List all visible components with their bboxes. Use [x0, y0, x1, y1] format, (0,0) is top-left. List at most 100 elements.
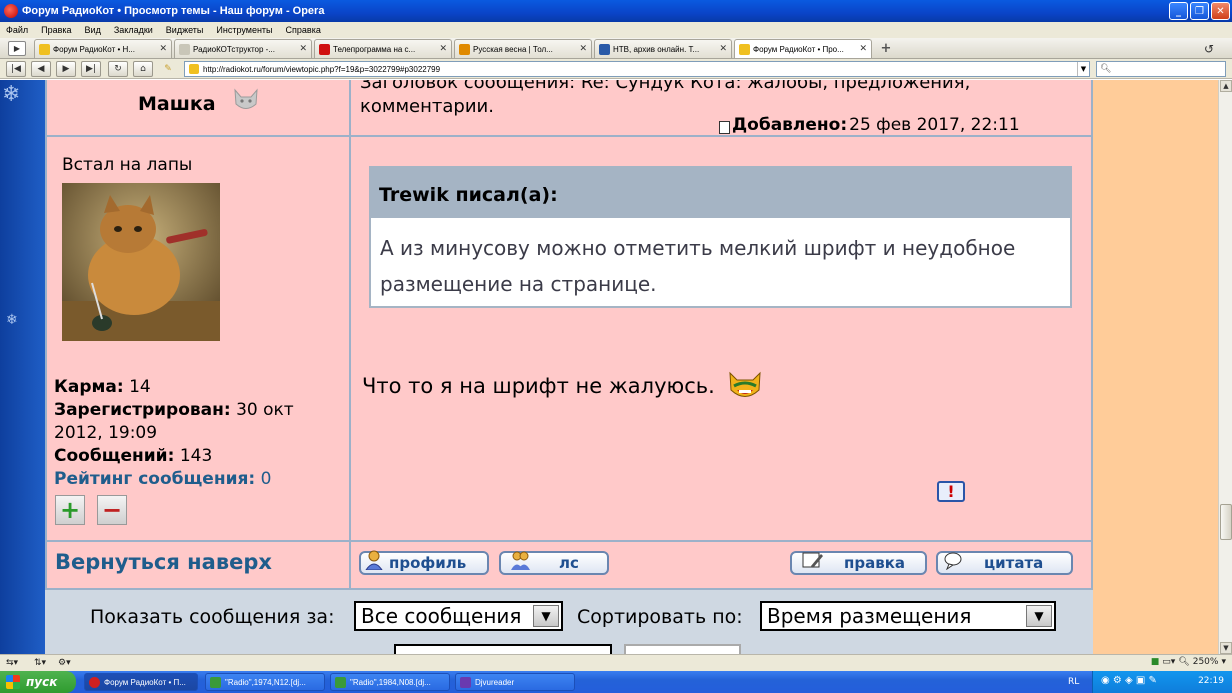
- taskbar-item-radio-1984[interactable]: "Radio",1984,N08.[dj...: [330, 673, 450, 691]
- menu-view[interactable]: Вид: [85, 25, 101, 35]
- tab-favicon-icon: [39, 43, 50, 55]
- opera-logo-icon: [4, 4, 18, 18]
- quote-button[interactable]: цитата: [936, 551, 1073, 575]
- dropdown-arrow-icon[interactable]: ▼: [533, 605, 559, 627]
- scrollbar-thumb[interactable]: [1220, 504, 1232, 540]
- turbo-icon[interactable]: ■: [1151, 657, 1160, 667]
- edit-button[interactable]: правка: [790, 551, 927, 575]
- sort-by-value: Время размещения: [767, 604, 972, 628]
- edit-icon: [802, 552, 823, 568]
- show-posts-select[interactable]: Все сообщения ▼: [354, 601, 563, 631]
- transfer-icon[interactable]: ⇆▾: [6, 657, 18, 669]
- taskbar-item-label: "Radio",1974,N12.[dj...: [225, 677, 306, 687]
- back-icon[interactable]: ◀: [31, 61, 51, 77]
- messages: Сообщений: 143: [54, 445, 344, 468]
- tab-bar: ▶ Форум РадиоКот • Н... ✕ РадиоКОТструкт…: [0, 38, 1232, 59]
- post-link-icon[interactable]: [719, 120, 730, 134]
- show-posts-value: Все сообщения: [361, 604, 522, 628]
- settings-icon[interactable]: ⚙▾: [58, 657, 71, 669]
- minimize-button[interactable]: _: [1169, 2, 1188, 20]
- taskbar-item-opera[interactable]: Форум РадиоКот • П...: [84, 673, 198, 691]
- site-favicon-icon: [189, 64, 199, 74]
- menu-tools[interactable]: Инструменты: [216, 25, 272, 35]
- search-field[interactable]: 🔍︎: [1096, 61, 1226, 77]
- reload-icon[interactable]: ↻: [108, 61, 128, 77]
- vertical-scrollbar[interactable]: ▲ ▼: [1218, 80, 1232, 654]
- avatar: [62, 183, 220, 341]
- tab-favicon-icon: [459, 43, 470, 55]
- panel-toggle-icon[interactable]: ▶: [8, 41, 26, 56]
- fast-forward-icon[interactable]: ▶|: [81, 61, 101, 77]
- restore-button[interactable]: ❐: [1190, 2, 1209, 20]
- tab-close-icon[interactable]: ✕: [299, 44, 307, 54]
- address-dropdown-icon[interactable]: ▼: [1077, 62, 1089, 76]
- tab-close-icon[interactable]: ✕: [579, 44, 587, 54]
- report-post-button[interactable]: !: [937, 481, 965, 502]
- tab-close-icon[interactable]: ✕: [159, 44, 167, 54]
- close-button[interactable]: ✕: [1211, 2, 1230, 20]
- tab-ntv-archive[interactable]: НТВ, архив онлайн. Т... ✕: [594, 39, 732, 58]
- winrar-icon: [210, 676, 221, 688]
- dropdown-arrow-icon[interactable]: ▼: [1026, 605, 1052, 627]
- scroll-up-icon[interactable]: ▲: [1220, 80, 1232, 92]
- forward-icon[interactable]: ▶: [56, 61, 76, 77]
- taskbar-item-label: "Radio",1984,N08.[dj...: [350, 677, 431, 687]
- sort-by-select[interactable]: Время размещения ▼: [760, 601, 1056, 631]
- clock: 22:19: [1198, 676, 1224, 686]
- tab-label: НТВ, архив онлайн. Т...: [613, 44, 700, 54]
- tab-radiokot-forum-active[interactable]: Форум РадиоКот • Про... ✕: [734, 39, 872, 58]
- menu-edit[interactable]: Правка: [41, 25, 71, 35]
- menu-file[interactable]: Файл: [6, 25, 28, 35]
- tab-label: Русская весна | Тол...: [473, 44, 553, 54]
- rewind-icon[interactable]: |◀: [6, 61, 26, 77]
- back-to-top-link[interactable]: Вернуться наверх: [55, 550, 272, 574]
- posted-date: 25 фев 2017, 22:11: [849, 115, 1020, 135]
- post-border-left: [45, 80, 47, 588]
- taskbar-item-djvureader[interactable]: Djvureader: [455, 673, 575, 691]
- new-tab-icon[interactable]: +: [878, 41, 894, 56]
- tab-close-icon[interactable]: ✕: [719, 44, 727, 54]
- start-button[interactable]: пуск: [0, 671, 76, 693]
- view-icon[interactable]: ▭▾: [1162, 657, 1175, 667]
- tab-radiokotstruktor[interactable]: РадиоКОТструктор -... ✕: [174, 39, 312, 58]
- address-field[interactable]: http://radiokot.ru/forum/viewtopic.php?f…: [184, 61, 1090, 77]
- taskbar-item-label: Форум РадиоКот • П...: [104, 677, 186, 687]
- quote-text: А из минусову можно отметить мелкий шриф…: [380, 236, 1016, 296]
- tab-label: Телепрограмма на с...: [333, 44, 416, 54]
- menu-help[interactable]: Справка: [286, 25, 321, 35]
- user-profile-info: Карма: 14 Зарегистрирован: 30 окт 2012, …: [54, 376, 344, 491]
- scroll-down-icon[interactable]: ▼: [1220, 642, 1232, 654]
- tab-teleprogramma[interactable]: Телепрограмма на с... ✕: [314, 39, 452, 58]
- vote-plus-button[interactable]: +: [55, 495, 85, 525]
- opera-icon: [89, 676, 100, 688]
- tab-russkaya-vesna[interactable]: Русская весна | Тол... ✕: [454, 39, 592, 58]
- status-bar: ⇆▾ ⇅▾ ⚙▾ ■ ▭▾ 🔍︎ 250% ▾: [0, 654, 1232, 671]
- tab-radiokot-forum[interactable]: Форум РадиоКот • Н... ✕: [34, 39, 172, 58]
- profile-button[interactable]: профиль: [359, 550, 489, 575]
- zoom-dropdown-icon[interactable]: ▾: [1221, 657, 1226, 667]
- language-indicator[interactable]: RL: [1068, 677, 1079, 687]
- wand-icon[interactable]: ✎: [158, 61, 178, 77]
- menu-bookmarks[interactable]: Закладки: [114, 25, 153, 35]
- post-header-divider: [45, 135, 1093, 137]
- order-select-partial[interactable]: [394, 644, 612, 654]
- go-button-partial[interactable]: [624, 644, 741, 654]
- tray-icons[interactable]: ◉ ⚙ ◈ ▣ ✎: [1101, 675, 1157, 686]
- post-author[interactable]: Машка: [138, 93, 216, 115]
- private-message-button[interactable]: лс: [499, 551, 609, 575]
- tab-close-icon[interactable]: ✕: [439, 44, 447, 54]
- sync-icon[interactable]: ⇅▾: [34, 657, 46, 669]
- closed-tabs-icon[interactable]: ↺: [1204, 42, 1218, 56]
- user-icon: [365, 550, 383, 570]
- magnifier-icon: 🔍︎: [1178, 657, 1190, 667]
- post-footer-divider: [45, 540, 1093, 542]
- taskbar-item-radio-1974[interactable]: "Radio",1974,N12.[dj...: [205, 673, 325, 691]
- menu-widgets[interactable]: Виджеты: [166, 25, 204, 35]
- home-icon[interactable]: ⌂: [133, 61, 153, 77]
- vote-minus-button[interactable]: −: [97, 495, 127, 525]
- registered: Зарегистрирован: 30 окт 2012, 19:09: [54, 399, 344, 445]
- post-column-divider: [349, 80, 351, 588]
- zoom-control[interactable]: ■ ▭▾ 🔍︎ 250% ▾: [1151, 657, 1226, 667]
- zoom-value[interactable]: 250%: [1193, 657, 1219, 667]
- tab-close-icon[interactable]: ✕: [859, 44, 867, 54]
